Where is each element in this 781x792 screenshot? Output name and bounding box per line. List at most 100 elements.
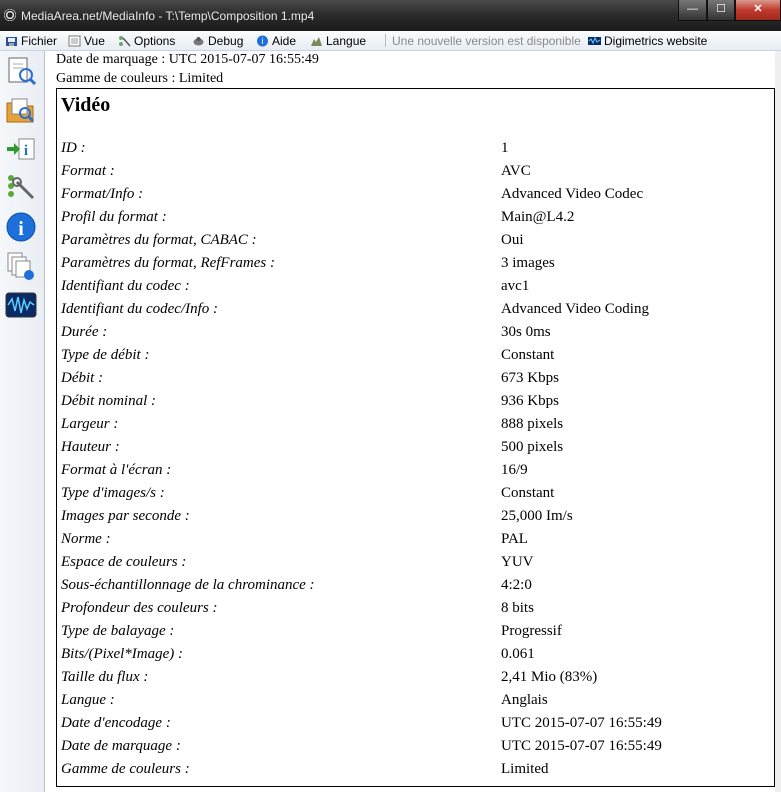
property-value: Main@L4.2 bbox=[501, 209, 575, 225]
waveform-button[interactable] bbox=[5, 289, 37, 321]
property-value: PAL bbox=[501, 531, 528, 547]
previous-line: Gamme de couleurs : Limited bbox=[56, 71, 224, 86]
property-value: 25,000 Im/s bbox=[501, 508, 573, 524]
property-value: Advanced Video Coding bbox=[501, 301, 649, 317]
menu-debug[interactable]: Debug bbox=[192, 33, 243, 49]
property-row: Langue : Anglais bbox=[61, 692, 771, 715]
mediainfo-app-icon[interactable] bbox=[4, 9, 16, 21]
maximize-button[interactable]: ☐ bbox=[707, 0, 735, 21]
property-value: UTC 2015-07-07 16:55:49 bbox=[501, 715, 662, 731]
property-row: Images par seconde : 25,000 Im/s bbox=[61, 508, 771, 531]
property-label: Identifiant du codec/Info : bbox=[61, 301, 219, 317]
previous-line: Date de marquage : UTC 2015-07-07 16:55:… bbox=[56, 52, 319, 67]
property-row: Profondeur des couleurs : 8 bits bbox=[61, 600, 771, 623]
property-label: Débit : bbox=[61, 370, 104, 386]
property-label: Sous-échantillonnage de la chrominance : bbox=[61, 577, 315, 593]
property-label: Profondeur des couleurs : bbox=[61, 600, 218, 616]
scrollbar[interactable] bbox=[775, 51, 781, 792]
property-row: Format/Info : Advanced Video Codec bbox=[61, 186, 771, 209]
property-value: 888 pixels bbox=[501, 416, 564, 432]
about-button[interactable]: i bbox=[5, 211, 37, 243]
property-label: ID : bbox=[61, 140, 86, 156]
property-label: Type de débit : bbox=[61, 347, 150, 363]
language-icon bbox=[311, 37, 322, 46]
property-label: Format : bbox=[61, 163, 115, 179]
digimetrics-icon bbox=[588, 36, 601, 45]
property-label: Type d'images/s : bbox=[61, 485, 165, 501]
property-row: Débit nominal : 936 Kbps bbox=[61, 393, 771, 416]
svg-text:i: i bbox=[262, 36, 264, 46]
property-row: Type d'images/s : Constant bbox=[61, 485, 771, 508]
update-notice[interactable]: Une nouvelle version est disponible bbox=[392, 33, 581, 49]
property-label: Débit nominal : bbox=[61, 393, 156, 409]
property-label: Durée : bbox=[61, 324, 108, 340]
property-row: Paramètres du format, CABAC : Oui bbox=[61, 232, 771, 255]
property-row: Gamme de couleurs : Limited bbox=[61, 761, 771, 784]
property-row: Date d'encodage : UTC 2015-07-07 16:55:49 bbox=[61, 715, 771, 738]
open-folder-button[interactable] bbox=[5, 94, 37, 126]
preferences-button[interactable] bbox=[5, 172, 37, 204]
close-button[interactable]: ✕ bbox=[735, 0, 781, 21]
export-info-icon: i bbox=[7, 138, 35, 160]
property-label: Hauteur : bbox=[61, 439, 120, 455]
property-value: avc1 bbox=[501, 278, 530, 294]
video-properties: ID : 1 Format : AVC Format/Info : Advanced Vi… bbox=[61, 140, 771, 784]
property-label: Identifiant du codec : bbox=[61, 278, 190, 294]
property-value: 16/9 bbox=[501, 462, 528, 478]
section-title: Vidéo bbox=[61, 94, 111, 116]
property-value: 2,41 Mio (83%) bbox=[501, 669, 598, 685]
property-row: Identifiant du codec : avc1 bbox=[61, 278, 771, 301]
minimize-button[interactable]: — bbox=[678, 0, 707, 21]
property-value: 0.061 bbox=[501, 646, 535, 662]
sheet-view-button[interactable] bbox=[5, 250, 37, 282]
menu-langue[interactable]: Langue bbox=[310, 33, 366, 49]
property-value: 936 Kbps bbox=[501, 393, 559, 409]
video-section: Vidéo ID : 1 Format : AVC Format/Info : Advan… bbox=[56, 88, 775, 787]
title-bar: MediaArea.net/MediaInfo - T:\Temp\Compos… bbox=[0, 0, 781, 31]
property-row: Espace de couleurs : YUV bbox=[61, 554, 771, 577]
menu-fichier[interactable]: Fichier bbox=[5, 33, 57, 49]
property-label: Profil du format : bbox=[61, 209, 167, 225]
property-row: Hauteur : 500 pixels bbox=[61, 439, 771, 462]
property-label: Paramètres du format, RefFrames : bbox=[61, 255, 275, 271]
property-value: Advanced Video Codec bbox=[501, 186, 644, 202]
file-icon bbox=[6, 37, 17, 46]
about-icon: i bbox=[6, 212, 36, 242]
open-folder-icon bbox=[6, 98, 35, 123]
property-row: Identifiant du codec/Info : Advanced Vide… bbox=[61, 301, 771, 324]
property-row: Type de débit : Constant bbox=[61, 347, 771, 370]
menu-options[interactable]: Options bbox=[118, 33, 175, 49]
window-controls: — ☐ ✕ bbox=[678, 0, 781, 22]
menu-vue[interactable]: Vue bbox=[68, 33, 105, 49]
export-info-button[interactable]: i bbox=[5, 133, 37, 165]
property-value: Constant bbox=[501, 485, 555, 501]
property-value: 1 bbox=[501, 140, 509, 156]
menu-bar: Fichier Vue Options Debug i Aide Langue U… bbox=[0, 31, 781, 51]
property-row: Sous-échantillonnage de la chrominance :… bbox=[61, 577, 771, 600]
property-label: Date de marquage : bbox=[61, 738, 181, 754]
property-value: Oui bbox=[501, 232, 524, 248]
svg-text:i: i bbox=[24, 143, 28, 159]
window-title: MediaArea.net/MediaInfo - T:\Temp\Compos… bbox=[21, 9, 315, 23]
property-value: 500 pixels bbox=[501, 439, 564, 455]
property-label: Langue : bbox=[61, 692, 115, 708]
property-value: UTC 2015-07-07 16:55:49 bbox=[501, 738, 662, 754]
property-row: Format : AVC bbox=[61, 163, 771, 186]
digimetrics-link[interactable]: Digimetrics website bbox=[588, 33, 707, 49]
property-label: Largeur : bbox=[61, 416, 119, 432]
property-label: Date d'encodage : bbox=[61, 715, 171, 731]
sheet-view-icon bbox=[7, 252, 34, 280]
property-value: 8 bits bbox=[501, 600, 534, 616]
svg-text:i: i bbox=[18, 218, 24, 240]
property-row: ID : 1 bbox=[61, 140, 771, 163]
open-file-icon bbox=[8, 57, 37, 86]
menu-aide[interactable]: i Aide bbox=[256, 33, 296, 49]
property-value: AVC bbox=[501, 163, 531, 179]
open-file-button[interactable] bbox=[5, 55, 37, 87]
property-value: Progressif bbox=[501, 623, 562, 639]
property-value: Limited bbox=[501, 761, 549, 777]
property-label: Type de balayage : bbox=[61, 623, 175, 639]
property-row: Paramètres du format, RefFrames : 3 image… bbox=[61, 255, 771, 278]
property-row: Largeur : 888 pixels bbox=[61, 416, 771, 439]
property-label: Bits/(Pixel*Image) : bbox=[61, 646, 184, 662]
